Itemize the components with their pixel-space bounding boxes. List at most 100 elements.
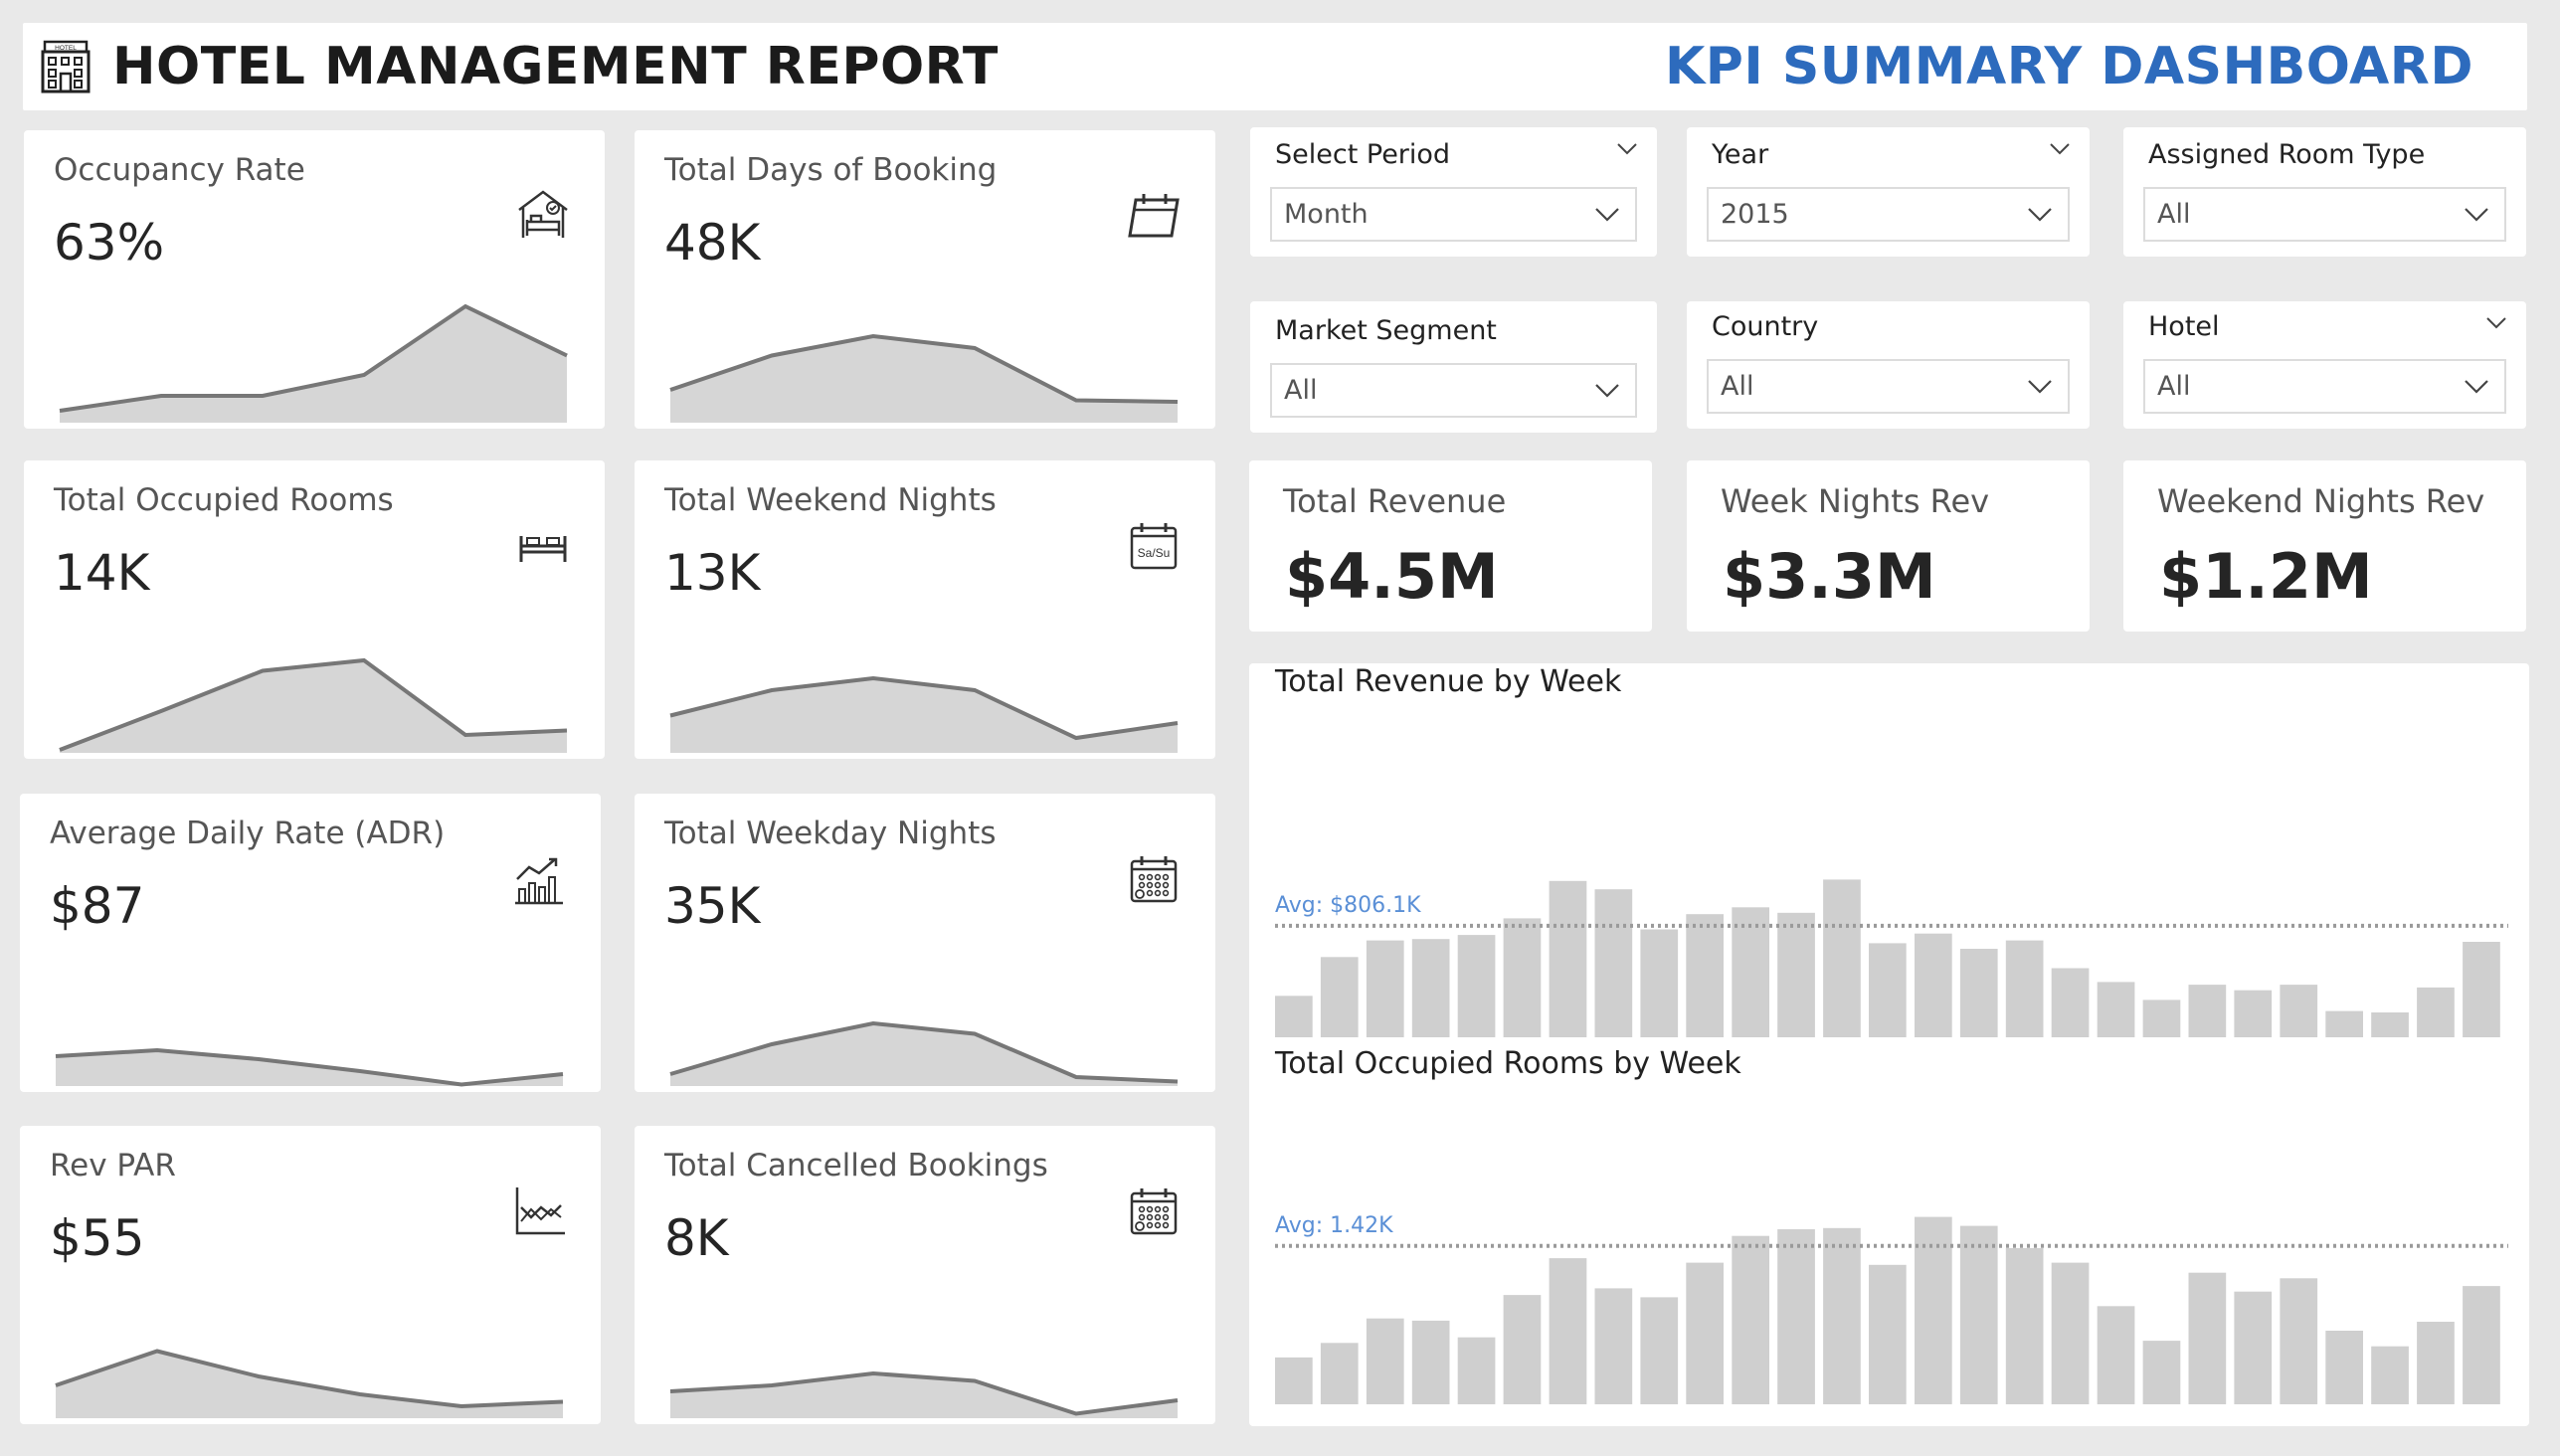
bar-week-11[interactable] [1732,1235,1769,1404]
occupied-rooms-by-week-chart[interactable]: Avg: 1.42K [1249,1101,2529,1404]
bar-week-1[interactable] [1275,1357,1313,1404]
card-value: $4.5M [1285,540,1499,613]
market-segment-dropdown[interactable]: All [1270,363,1637,418]
bar-week-17[interactable] [2005,940,2044,1037]
bar-week-4[interactable] [1411,939,1450,1037]
bar-week-19[interactable] [2097,982,2135,1037]
bar-week-18[interactable] [2051,1262,2090,1404]
slicer-country[interactable]: Country All [1687,301,2090,429]
bar-week-3[interactable] [1366,1318,1404,1404]
bar-week-21[interactable] [2188,1272,2227,1404]
kpi-value: 8K [664,1209,729,1267]
bar-week-22[interactable] [2234,990,2273,1037]
bar-week-5[interactable] [1457,935,1496,1037]
bar-week-8[interactable] [1594,889,1633,1037]
kpi-card-rev-par[interactable]: Rev PAR $55 [20,1126,601,1424]
kpi-card-total-weekday-nights[interactable]: Total Weekday Nights 35K [635,794,1215,1092]
bar-week-22[interactable] [2234,1291,2273,1404]
slicer-assigned-room-type[interactable]: Assigned Room Type All [2123,127,2526,257]
hotel-dropdown[interactable]: All [2143,359,2506,414]
bar-week-14[interactable] [1869,943,1907,1037]
kpi-label: Total Cancelled Bookings [664,1148,1048,1183]
bar-week-6[interactable] [1503,1295,1542,1404]
bar-week-23[interactable] [2280,985,2318,1037]
kpi-value: 14K [54,544,150,602]
line-chart-icon [515,1187,565,1235]
bar-week-15[interactable] [1915,1216,1952,1404]
bar-week-21[interactable] [2188,985,2227,1037]
bar-week-4[interactable] [1411,1320,1450,1404]
slicer-year[interactable]: Year 2015 [1687,127,2090,257]
chart-title-revenue-by-week: Total Revenue by Week [1275,664,1622,699]
bar-week-7[interactable] [1549,1258,1587,1404]
bar-week-7[interactable] [1549,880,1587,1037]
kpi-card-total-weekend-nights[interactable]: Total Weekend Nights 13K Sa/Su [635,460,1215,759]
slicer-label: Select Period [1275,139,1451,170]
kpi-card-total-cancelled-bookings[interactable]: Total Cancelled Bookings 8K [635,1126,1215,1424]
kpi-card-average-daily-rate[interactable]: Average Daily Rate (ADR) $87 [20,794,601,1092]
chevron-down-icon[interactable] [2048,141,2072,157]
bar-week-2[interactable] [1320,957,1359,1037]
chevron-down-icon[interactable] [1615,141,1639,157]
bar-week-10[interactable] [1686,1262,1724,1404]
bar-week-2[interactable] [1320,1343,1359,1404]
bar-week-6[interactable] [1503,918,1542,1037]
card-value: $1.2M [2159,540,2373,613]
revenue-by-week-chart[interactable]: Avg: $806.1K [1249,733,2529,1037]
bar-week-19[interactable] [2097,1306,2135,1404]
slicer-market-segment[interactable]: Market Segment All [1250,301,1657,433]
bar-week-13[interactable] [1823,879,1861,1037]
bar-week-10[interactable] [1686,914,1724,1037]
bar-week-25[interactable] [2371,1346,2409,1404]
card-week-nights-rev[interactable]: Week Nights Rev $3.3M [1687,460,2090,632]
kpi-card-occupancy-rate[interactable]: Occupancy Rate 63% [24,130,605,429]
bar-week-16[interactable] [1959,1225,1998,1404]
chevron-down-icon [1595,384,1619,398]
select-period-dropdown[interactable]: Month [1270,187,1637,242]
bar-week-24[interactable] [2325,1010,2363,1037]
slicer-select-period[interactable]: Select Period Month [1250,127,1657,257]
slicer-value: All [1284,375,1318,406]
kpi-card-total-occupied-rooms[interactable]: Total Occupied Rooms 14K [24,460,605,759]
kpi-value: 63% [54,214,165,272]
year-dropdown[interactable]: 2015 [1707,187,2070,242]
bar-week-26[interactable] [2417,1322,2455,1404]
bar-week-16[interactable] [1959,949,1998,1037]
bar-week-12[interactable] [1777,1229,1815,1404]
kpi-card-total-days-of-booking[interactable]: Total Days of Booking 48K [635,130,1215,429]
bar-week-20[interactable] [2142,1000,2181,1037]
bar-week-14[interactable] [1869,1264,1907,1404]
average-label: Avg: $806.1K [1275,893,1421,918]
card-total-revenue[interactable]: Total Revenue $4.5M [1249,460,1652,632]
bar-week-13[interactable] [1823,1227,1861,1404]
bar-week-26[interactable] [2417,987,2455,1037]
report-header: HOTEL HOTEL MANAGEMENT REPORT KPI SUMMAR… [23,23,2527,110]
bar-week-27[interactable] [2463,942,2500,1037]
assigned-room-type-dropdown[interactable]: All [2143,187,2506,242]
bar-week-1[interactable] [1275,996,1313,1037]
bar-week-9[interactable] [1640,1297,1679,1404]
sparkline-area [60,660,567,753]
bar-week-23[interactable] [2280,1278,2318,1404]
bar-week-15[interactable] [1915,933,1952,1037]
bar-week-12[interactable] [1777,912,1815,1037]
bar-week-5[interactable] [1457,1337,1496,1404]
slicer-value: 2015 [1721,199,1789,230]
bar-week-3[interactable] [1366,940,1404,1037]
chevron-down-icon [2465,208,2488,222]
bar-week-24[interactable] [2325,1331,2363,1404]
slicer-hotel[interactable]: Hotel All [2123,301,2526,429]
card-weekend-nights-rev[interactable]: Weekend Nights Rev $1.2M [2123,460,2526,632]
bar-week-8[interactable] [1594,1288,1633,1404]
bar-week-27[interactable] [2463,1286,2500,1404]
bar-week-9[interactable] [1640,929,1679,1038]
chevron-down-icon[interactable] [2484,315,2508,331]
dashboard-title: KPI SUMMARY DASHBOARD [1665,37,2473,96]
bar-week-20[interactable] [2142,1341,2181,1404]
kpi-sparkline [55,1349,564,1418]
bar-week-18[interactable] [2051,968,2090,1038]
bar-week-25[interactable] [2371,1012,2409,1037]
kpi-label: Total Weekend Nights [664,482,997,518]
bar-week-17[interactable] [2005,1248,2044,1404]
country-dropdown[interactable]: All [1707,359,2070,414]
